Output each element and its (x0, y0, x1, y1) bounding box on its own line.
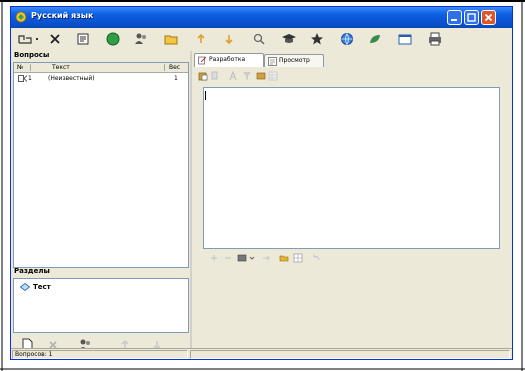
arrow-down-icon (225, 35, 233, 45)
maximize-button[interactable] (464, 10, 479, 25)
dropdown-arrow-button[interactable] (33, 31, 41, 47)
open-button[interactable] (17, 31, 33, 47)
table-icon[interactable] (268, 71, 278, 81)
globe-button[interactable] (339, 31, 355, 47)
add-icon[interactable] (209, 253, 219, 263)
print-icon (429, 32, 441, 46)
users-icon (135, 33, 146, 44)
sections-title: Разделы (14, 267, 50, 275)
undo-icon[interactable] (311, 253, 321, 263)
window-icon (398, 34, 412, 45)
star-button[interactable] (309, 31, 325, 47)
status-cell-left: Вопросов: 1 (12, 350, 188, 359)
close-icon (484, 13, 493, 22)
column-header-text[interactable]: Текст (52, 63, 70, 72)
font-color-icon[interactable] (228, 71, 238, 81)
status-cell-right (190, 350, 510, 359)
grid-icon[interactable] (293, 253, 303, 263)
main-toolbar (13, 29, 510, 49)
folder-open-icon (164, 35, 178, 45)
export-button[interactable] (75, 31, 91, 47)
minimize-icon (451, 19, 457, 21)
tab-development-label: Разработка (209, 56, 246, 63)
close-button[interactable] (481, 10, 496, 25)
question-editor[interactable] (203, 87, 500, 249)
search-button[interactable] (251, 31, 267, 47)
right-panel: Разработка Просмотр (194, 51, 512, 357)
paste-icon[interactable] (198, 71, 208, 81)
tab-development[interactable]: Разработка (194, 53, 264, 67)
folder-open-button[interactable] (163, 31, 179, 47)
search-icon (253, 33, 265, 45)
window-button[interactable] (397, 31, 413, 47)
arrow-down-button[interactable] (221, 31, 237, 47)
questions-grid-header: № Текст Вес (14, 63, 188, 73)
splitter[interactable] (190, 51, 192, 357)
insert-image-icon[interactable] (256, 71, 266, 81)
table-edit-icon[interactable] (237, 253, 247, 263)
delete-icon (50, 34, 60, 44)
tab-preview-label: Просмотр (279, 57, 310, 64)
diamond-icon (20, 283, 30, 291)
question-number: 1 (28, 75, 32, 82)
status-green-icon (106, 32, 120, 46)
editor-bottom-toolbar (203, 251, 500, 265)
graduation-button[interactable] (281, 31, 297, 47)
table-row[interactable]: 1 (Неизвестный) 1 (14, 74, 188, 83)
print-button[interactable] (427, 31, 443, 47)
window-title: Русский язык (31, 11, 94, 20)
preview-icon (268, 57, 277, 66)
export-icon (77, 33, 89, 45)
globe-icon (341, 33, 353, 46)
questions-title: Вопросы (14, 51, 50, 59)
question-text: (Неизвестный) (48, 75, 95, 82)
chevron-down-icon[interactable] (249, 254, 255, 262)
folder-icon[interactable] (279, 253, 289, 263)
app-window: Русский язык Вопросы № Текст Вес 1 (Неиз… (10, 6, 513, 360)
title-bar[interactable]: Русский язык (11, 7, 512, 28)
delete-button[interactable] (47, 31, 63, 47)
arrow-up-button[interactable] (193, 31, 209, 47)
status-text: Вопросов: 1 (15, 351, 53, 358)
question-icon (18, 75, 28, 82)
question-weight: 1 (174, 75, 178, 82)
questions-grid[interactable]: № Текст Вес 1 (Неизвестный) 1 (13, 62, 189, 268)
users-button[interactable] (133, 31, 149, 47)
status-bar: Вопросов: 1 (11, 348, 512, 359)
edit-icon (198, 56, 207, 65)
minimize-button[interactable] (447, 10, 462, 25)
star-icon (311, 33, 323, 45)
dropdown-arrow-icon (36, 38, 38, 40)
left-panel: Вопросы № Текст Вес 1 (Неизвестный) 1 Ра… (13, 51, 189, 357)
remove-icon[interactable] (223, 253, 233, 263)
tab-preview[interactable]: Просмотр (264, 54, 324, 67)
tree-node-label: Тест (33, 283, 51, 291)
text-caret (205, 91, 206, 100)
sections-tree[interactable]: Тест (13, 278, 189, 333)
app-icon (15, 11, 27, 23)
maximize-icon (467, 13, 476, 22)
column-header-number[interactable]: № (17, 63, 23, 72)
open-icon (18, 35, 32, 44)
arrow-right-icon[interactable] (261, 253, 271, 263)
leaf-icon (370, 35, 380, 43)
arrow-up-icon (197, 33, 205, 43)
filter-icon[interactable] (242, 71, 252, 81)
graduation-icon (282, 34, 296, 43)
copy-icon[interactable] (210, 71, 220, 81)
column-header-weight[interactable]: Вес (169, 63, 180, 72)
leaf-button[interactable] (367, 31, 383, 47)
editor-format-toolbar (194, 69, 512, 83)
status-green-button[interactable] (105, 31, 121, 47)
